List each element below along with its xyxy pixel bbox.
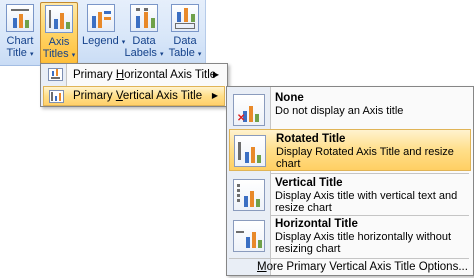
rotated-title-option[interactable]: Rotated Title Display Rotated Axis Title… [229,129,471,171]
chevron-down-icon: ▾ [197,51,202,58]
chart-title-icon [6,4,34,32]
rotated-title-icon [234,135,266,167]
data-labels-button[interactable]: Data Labels ▾ [124,2,164,64]
axis-titles-button[interactable]: Axis Titles ▾ [40,2,78,64]
more-options-label: ore Primary Vertical Axis Title Options.… [266,261,468,273]
vertical-title-icon [233,179,265,211]
primary-horizontal-axis-title-item[interactable]: Primary Horizontal Axis Title ▶ [43,65,225,85]
menu-divider [229,258,469,259]
chart-layout-ribbon-group: Chart Title ▾ Axis Titles ▾ Legend ▾ Dat… [0,0,206,66]
horizontal-title-icon [233,220,265,252]
horizontal-title-option-title: Horizontal Title [275,218,358,230]
no-axis-title-icon: ✕ [233,94,265,126]
more-options-accel: M [257,261,267,273]
data-labels-label-1: Data [132,35,156,47]
none-option-desc: Do not display an Axis title [275,105,404,117]
axis-titles-label-1: Axis [48,36,70,48]
vertical-label-post: ertical Axis Title [122,90,203,102]
chevron-down-icon: ▾ [159,51,164,58]
data-table-label-1: Data [173,35,197,47]
vertical-label-pre: Primary [73,90,116,102]
more-axis-title-options-link[interactable]: More Primary Vertical Axis Title Options… [257,261,468,273]
axis-titles-menu: Primary Horizontal Axis Title ▶ Primary … [40,63,228,107]
horizontal-label-accel: H [115,69,125,81]
rotated-title-option-title: Rotated Title [276,133,346,145]
horizontal-label-post: orizontal Axis Title [124,69,217,81]
data-table-label-2: Table [168,47,195,59]
rotated-title-option-desc: Display Rotated Axis Title and resize ch… [276,146,454,170]
chevron-right-icon: ▶ [212,70,219,79]
chevron-down-icon: ▾ [29,51,34,58]
chart-title-button[interactable]: Chart Title ▾ [2,2,38,64]
none-option[interactable]: ✕ None Do not display an Axis title [229,89,471,131]
vertical-title-option[interactable]: Vertical Title Display Axis title with v… [229,174,471,216]
vertical-title-option-desc: Display Axis title with vertical text an… [275,190,458,214]
chart-title-label-1: Chart [6,35,34,47]
chevron-right-icon: ▶ [211,91,218,100]
primary-vertical-axis-title-submenu: ✕ None Do not display an Axis title Rota… [226,86,474,276]
data-table-button[interactable]: Data Table ▾ [166,2,204,64]
primary-vertical-axis-title-item[interactable]: Primary Vertical Axis Title ▶ [43,86,225,106]
legend-label: Legend [82,35,119,47]
vertical-axis-title-icon [49,90,64,103]
legend-icon [87,4,115,32]
vertical-title-option-title: Vertical Title [275,177,343,189]
horizontal-title-option[interactable]: Horizontal Title Display Axis title hori… [229,215,471,257]
vertical-label-accel: V [115,90,123,102]
axis-titles-label-2: Titles [42,48,69,60]
legend-button[interactable]: Legend ▾ [82,2,125,64]
data-table-icon [171,4,199,32]
chart-title-label-2: Title [6,47,27,59]
none-option-title: None [275,92,304,104]
axis-titles-icon [45,5,73,33]
chevron-down-icon: ▾ [71,52,76,59]
horizontal-title-option-desc: Display Axis title horizontally without … [275,231,452,255]
data-labels-label-2: Labels [124,47,157,59]
horizontal-label-pre: Primary [73,69,116,81]
horizontal-axis-title-icon [48,68,63,81]
data-labels-icon [130,4,158,32]
